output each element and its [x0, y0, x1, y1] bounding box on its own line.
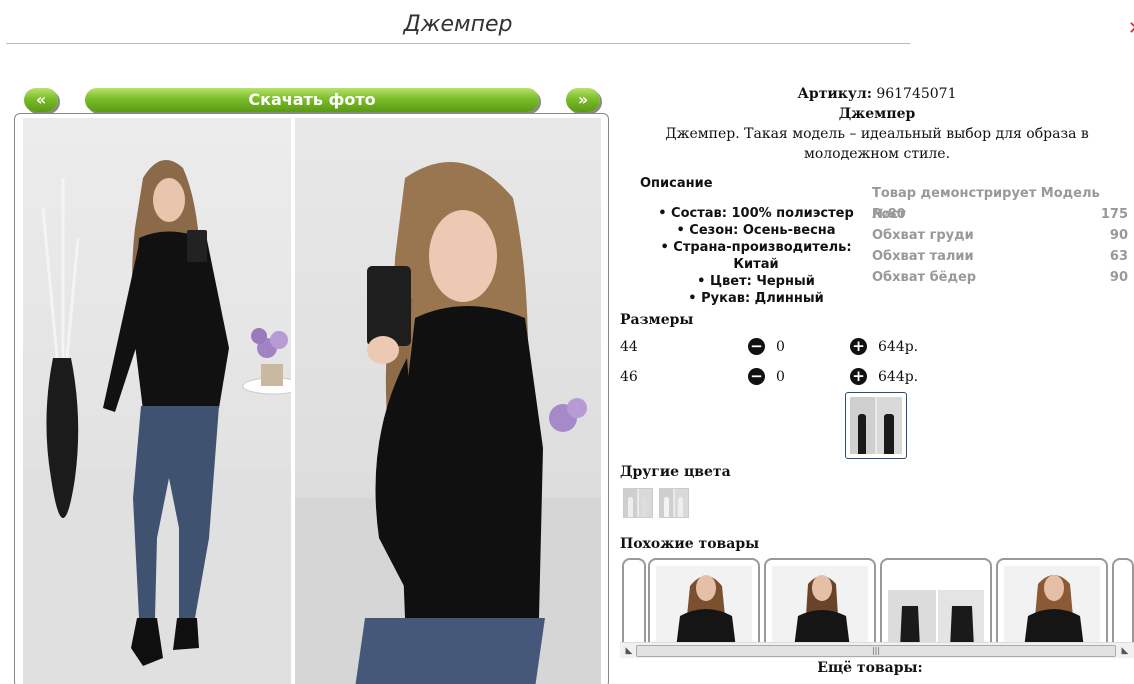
- model-illustration-left: [23, 160, 291, 684]
- model-measurements: Товар демонстрирует Модель №80 Рост 175 …: [872, 183, 1128, 288]
- price: 644р.: [878, 369, 919, 385]
- size-row: 46 − 0 + 644р.: [620, 366, 920, 388]
- product-photo-frame: [14, 113, 609, 684]
- similar-product-card[interactable]: [622, 558, 646, 646]
- color-variant-thumbnail[interactable]: [623, 488, 653, 518]
- plus-icon[interactable]: +: [850, 368, 867, 385]
- minus-icon[interactable]: −: [748, 368, 765, 385]
- horizontal-scrollbar[interactable]: ◣ ||| ◣: [620, 642, 1134, 658]
- sku-label: Артикул:: [797, 86, 872, 102]
- list-item: • Сезон: Осень-весна: [676, 223, 836, 238]
- product-name: Джемпер: [838, 106, 916, 122]
- minus-icon[interactable]: −: [748, 338, 765, 355]
- sku-line: Артикул: 961745071: [620, 84, 1134, 104]
- quantity-value: 0: [776, 369, 785, 385]
- similar-product-card[interactable]: [764, 558, 876, 646]
- product-photo-closeup[interactable]: [295, 118, 601, 684]
- measure-value: 90: [1109, 270, 1128, 285]
- similar-heading: Похожие товары: [620, 536, 760, 552]
- scroll-right-icon[interactable]: ◣: [1118, 645, 1132, 657]
- color-variant-thumbnail[interactable]: [659, 488, 689, 518]
- measure-row: Обхват талии 63: [872, 246, 1128, 267]
- download-photo-button[interactable]: Скачать фото: [85, 88, 539, 112]
- measure-label: Обхват груди: [872, 228, 974, 243]
- similar-product-card[interactable]: [996, 558, 1108, 646]
- list-item: • Рукав: Длинный: [688, 291, 824, 306]
- similar-product-card[interactable]: [1112, 558, 1134, 646]
- prev-photo-button[interactable]: «: [24, 88, 58, 112]
- measure-label: Рост: [872, 207, 906, 222]
- more-products-label: Ещё товары:: [817, 660, 923, 676]
- description-block: Описание • Состав: 100% полиэстер • Сезо…: [640, 176, 872, 307]
- measure-label: Обхват талии: [872, 249, 974, 264]
- measure-value: 90: [1109, 228, 1128, 243]
- plus-icon[interactable]: +: [850, 338, 867, 355]
- list-item: • Цвет: Черный: [697, 274, 815, 289]
- sku-value: 961745071: [876, 86, 957, 102]
- measure-row: Обхват бёдер 90: [872, 267, 1128, 288]
- list-item: • Страна-производитель: Китай: [660, 240, 852, 272]
- description-heading: Описание: [640, 176, 713, 191]
- selected-thumbnail[interactable]: [845, 392, 907, 459]
- page-title: Джемпер: [6, 10, 910, 44]
- thumbnail-image: [850, 397, 902, 454]
- quantity-value: 0: [776, 339, 785, 355]
- similar-product-card[interactable]: [880, 558, 992, 646]
- other-colors-heading: Другие цвета: [620, 464, 731, 480]
- size-label: 44: [620, 339, 638, 355]
- next-photo-button[interactable]: »: [566, 88, 600, 112]
- similar-products-carousel: ◣ ||| ◣: [620, 556, 1134, 660]
- model-heading: Товар демонстрирует Модель №80: [872, 186, 1100, 222]
- similar-product-card[interactable]: [648, 558, 760, 646]
- measure-row: Рост 175: [872, 204, 1128, 225]
- product-description: Джемпер. Такая модель – идеальный выбор …: [665, 126, 1089, 162]
- measure-label: Обхват бёдер: [872, 270, 977, 285]
- size-row: 44 − 0 + 644р.: [620, 336, 920, 358]
- sizes-heading: Размеры: [620, 312, 694, 328]
- close-icon[interactable]: ✕: [1128, 18, 1134, 40]
- product-info: Артикул: 961745071 Джемпер Джемпер. Така…: [620, 84, 1134, 164]
- scrollbar-thumb[interactable]: |||: [636, 645, 1116, 657]
- price: 644р.: [878, 339, 919, 355]
- measure-row: Обхват груди 90: [872, 225, 1128, 246]
- measure-value: 63: [1109, 249, 1128, 264]
- list-item: • Состав: 100% полиэстер: [658, 206, 854, 221]
- description-list: • Состав: 100% полиэстер • Сезон: Осень-…: [640, 205, 872, 307]
- scroll-left-icon[interactable]: ◣: [622, 645, 636, 657]
- product-photo-full-length[interactable]: [23, 118, 291, 684]
- size-label: 46: [620, 369, 638, 385]
- measure-value: 175: [1100, 207, 1128, 222]
- model-illustration-right: [295, 162, 601, 684]
